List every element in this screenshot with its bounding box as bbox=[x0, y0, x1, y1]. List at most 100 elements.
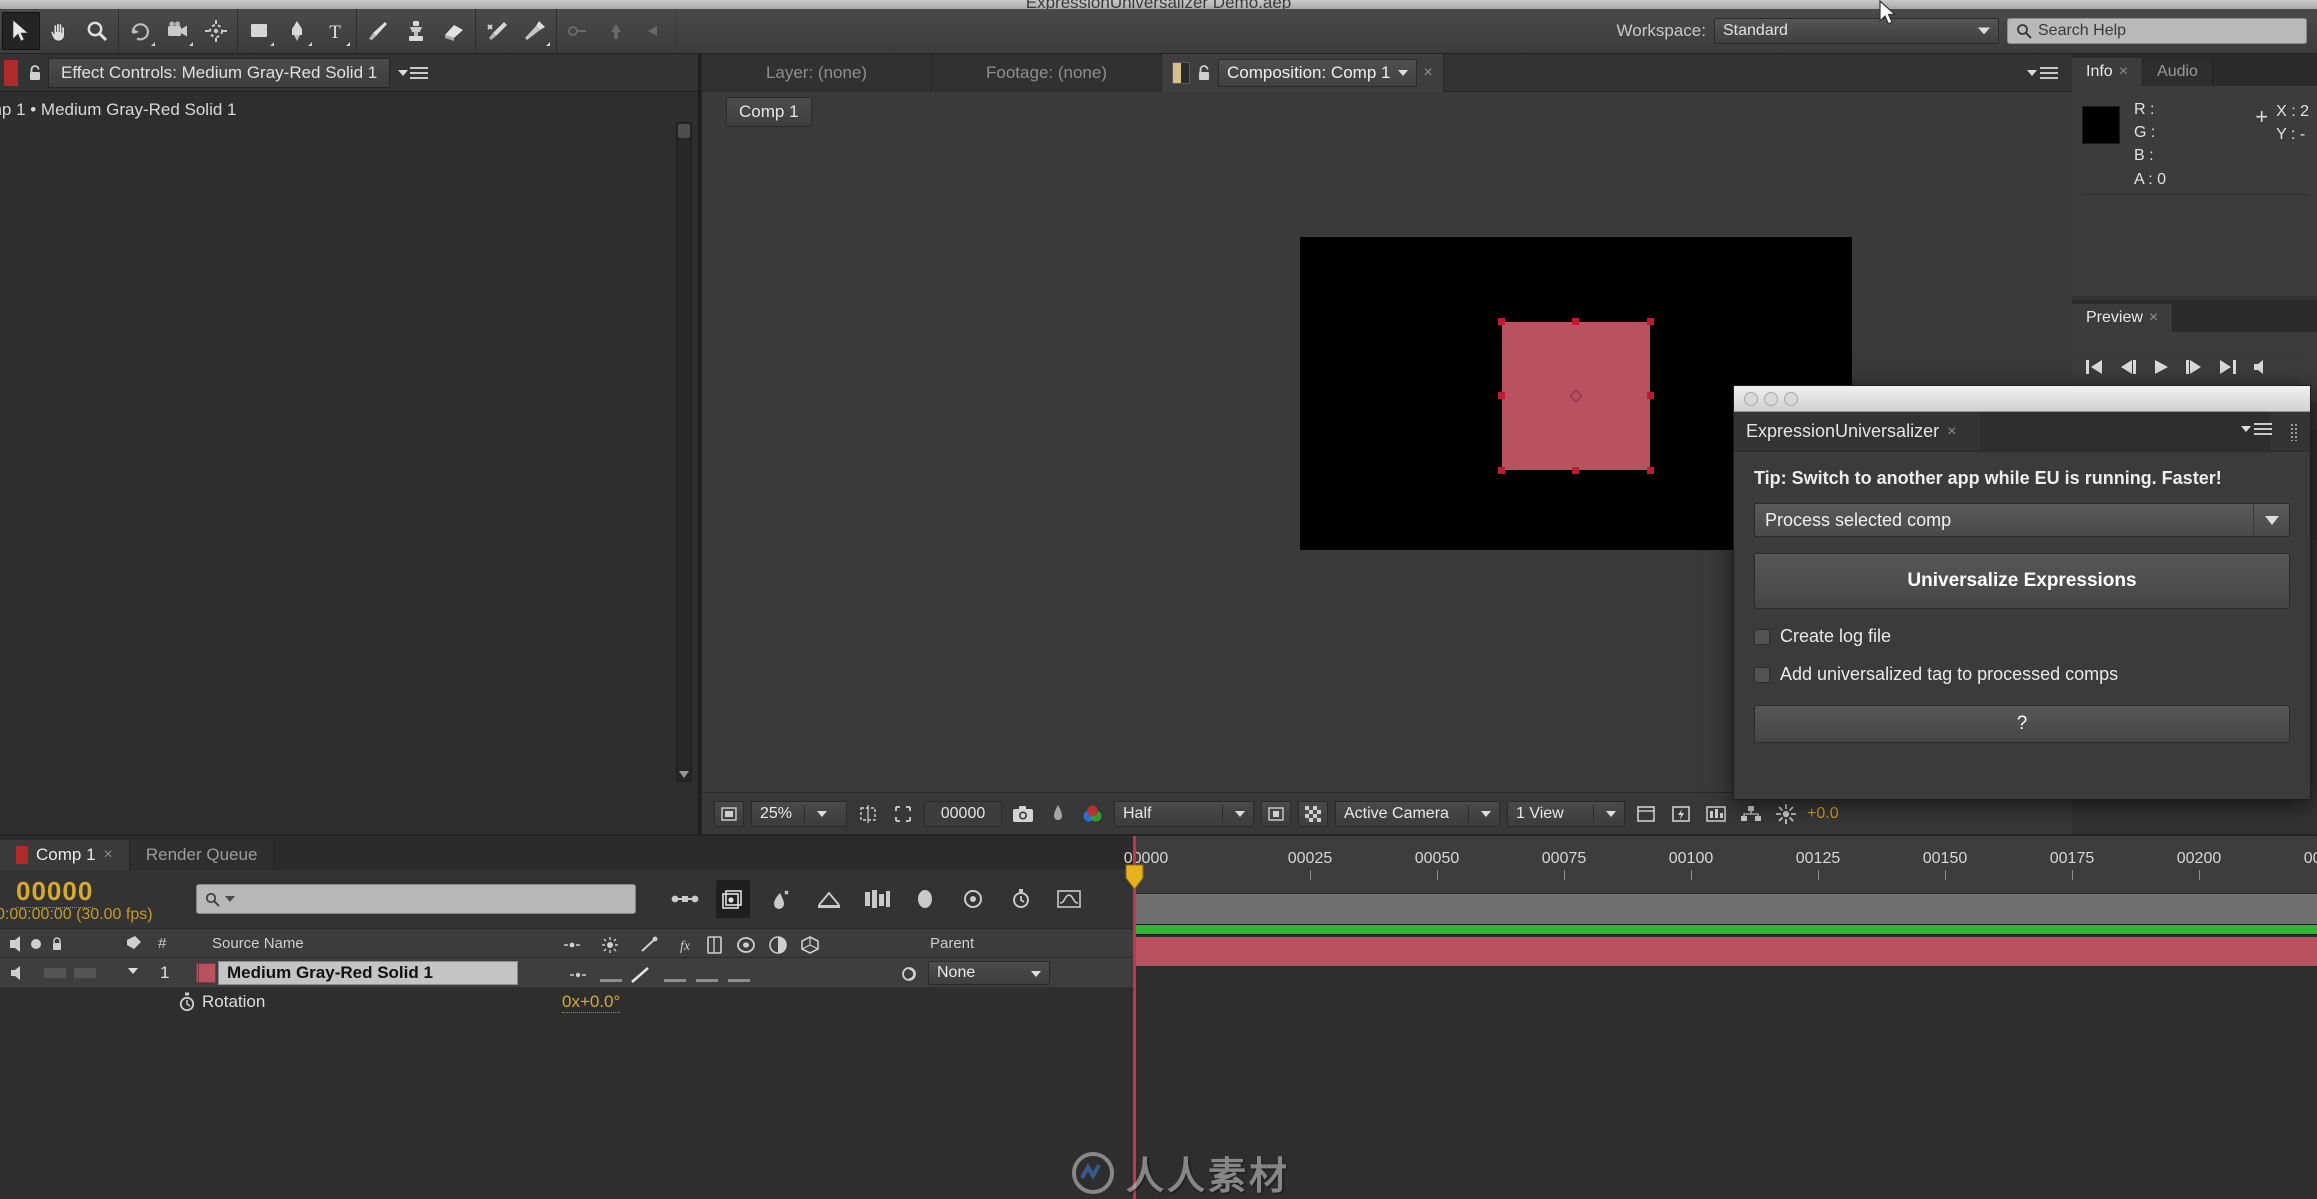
align-right-tool[interactable] bbox=[635, 12, 673, 50]
tab-composition[interactable]: Composition: Comp 1 × bbox=[1162, 53, 1444, 92]
channel-rgb-icon[interactable] bbox=[1079, 801, 1107, 827]
add-tag-checkbox[interactable] bbox=[1754, 666, 1770, 683]
selection-handle-ml[interactable] bbox=[1498, 392, 1505, 399]
tab-expression-universalizer[interactable]: ExpressionUniversalizer × bbox=[1746, 421, 1956, 442]
view-layout-select[interactable]: 1 View bbox=[1507, 800, 1625, 827]
composition-mini-flowchart-icon[interactable] bbox=[668, 880, 702, 918]
label-column-icon[interactable] bbox=[126, 935, 142, 955]
scroll-down-arrow-icon[interactable] bbox=[679, 771, 689, 778]
roto-brush-tool[interactable] bbox=[478, 12, 516, 50]
property-value[interactable]: 0x+0.0° bbox=[562, 992, 621, 1013]
resolution-select[interactable]: Half bbox=[1114, 800, 1254, 827]
clone-stamp-tool[interactable] bbox=[397, 12, 435, 50]
exposure-reset-icon[interactable] bbox=[1772, 801, 1800, 827]
brush-tool[interactable] bbox=[359, 12, 397, 50]
puppet-pin-tool[interactable] bbox=[516, 12, 554, 50]
selection-handle-bc[interactable] bbox=[1572, 467, 1579, 474]
workspace-select[interactable]: Standard bbox=[1714, 18, 1999, 44]
stopwatch-icon[interactable] bbox=[178, 992, 196, 1017]
last-frame-button[interactable] bbox=[2218, 358, 2238, 376]
eu-mode-select[interactable]: Process selected comp bbox=[1754, 503, 2290, 537]
pixel-aspect-correction-icon[interactable] bbox=[1632, 801, 1660, 827]
selection-handle-br[interactable] bbox=[1647, 467, 1654, 474]
frame-blending-icon[interactable] bbox=[956, 880, 990, 918]
viewer-panel-menu-icon[interactable] bbox=[2027, 66, 2072, 80]
layer-solo-toggle[interactable] bbox=[74, 968, 96, 978]
tab-preview[interactable]: Preview × bbox=[2072, 304, 2174, 332]
selection-handle-tl[interactable] bbox=[1498, 318, 1505, 325]
tab-comp-1[interactable]: Comp 1 × bbox=[0, 840, 130, 870]
comp-flowchart-icon[interactable] bbox=[1737, 801, 1765, 827]
camera-select[interactable]: Active Camera bbox=[1335, 800, 1500, 827]
first-frame-button[interactable] bbox=[2084, 358, 2104, 376]
timeline-view-icon[interactable] bbox=[1702, 801, 1730, 827]
expand-layer-chevron-icon[interactable] bbox=[128, 968, 138, 974]
next-frame-button[interactable] bbox=[2184, 358, 2204, 376]
layer-duration-bar[interactable] bbox=[1133, 937, 2317, 967]
tab-effect-controls[interactable]: Effect Controls: Medium Gray-Red Solid 1 bbox=[48, 57, 391, 88]
draft-3d-icon[interactable] bbox=[716, 880, 750, 918]
align-tool[interactable] bbox=[559, 12, 597, 50]
anchor-point-icon[interactable] bbox=[1569, 389, 1583, 403]
time-ruler[interactable]: 00000 00025 00050 00075 00100 00125 0015… bbox=[1124, 836, 2317, 894]
show-snapshot-icon[interactable] bbox=[1044, 801, 1072, 827]
audio-toggle-button[interactable] bbox=[2252, 358, 2270, 376]
tab-footage[interactable]: Footage: (none) bbox=[932, 53, 1162, 92]
work-area-bar[interactable] bbox=[1133, 894, 2317, 924]
grid-guides-icon[interactable] bbox=[889, 801, 917, 827]
play-button[interactable] bbox=[2152, 358, 2170, 376]
selection-handle-mr[interactable] bbox=[1647, 392, 1654, 399]
lock-panel-icon[interactable] bbox=[22, 60, 48, 86]
previous-frame-button[interactable] bbox=[2118, 358, 2138, 376]
selection-handle-tr[interactable] bbox=[1647, 318, 1654, 325]
selection-handle-bl[interactable] bbox=[1498, 467, 1505, 474]
current-frame-field[interactable]: 00000 bbox=[924, 800, 1002, 827]
tab-layer[interactable]: Layer: (none) bbox=[702, 53, 932, 92]
close-icon[interactable]: × bbox=[2149, 309, 2158, 327]
close-window-button[interactable] bbox=[1744, 391, 1758, 406]
pen-tool[interactable] bbox=[278, 12, 316, 50]
snapshot-camera-icon[interactable] bbox=[1009, 801, 1037, 827]
motion-blur-icon[interactable] bbox=[764, 880, 798, 918]
timeline-search-input[interactable] bbox=[196, 884, 636, 914]
add-tag-checkbox-row[interactable]: Add universalized tag to processed comps bbox=[1754, 664, 2290, 685]
layer-parent-select[interactable]: None bbox=[928, 961, 1050, 985]
tab-audio[interactable]: Audio bbox=[2143, 58, 2213, 86]
effect-controls-scrollbar[interactable] bbox=[676, 122, 692, 782]
composition-name-chip[interactable]: Comp 1 bbox=[726, 97, 812, 127]
selection-handle-tc[interactable] bbox=[1572, 318, 1579, 325]
rotation-tool[interactable] bbox=[121, 12, 159, 50]
current-time-frames[interactable]: 00000 bbox=[16, 876, 94, 908]
tab-render-queue[interactable]: Render Queue bbox=[129, 840, 275, 870]
shape-tool[interactable] bbox=[240, 12, 278, 50]
auto-keyframe-icon[interactable] bbox=[1004, 880, 1038, 918]
transparency-grid-button[interactable] bbox=[1298, 800, 1328, 827]
help-button[interactable]: ? bbox=[1754, 705, 2290, 743]
align-up-tool[interactable] bbox=[597, 12, 635, 50]
close-icon[interactable]: × bbox=[1423, 64, 1432, 82]
parent-pickwhip-icon[interactable] bbox=[900, 965, 918, 988]
zoom-window-button[interactable] bbox=[1784, 391, 1798, 406]
create-log-file-checkbox[interactable] bbox=[1754, 628, 1770, 645]
solid-layer-rect[interactable] bbox=[1498, 318, 1654, 474]
type-tool[interactable]: T bbox=[316, 12, 354, 50]
layer-video-toggle[interactable] bbox=[8, 964, 26, 987]
eu-window-title-bar[interactable] bbox=[1734, 386, 2310, 412]
always-preview-this-view-button[interactable] bbox=[714, 800, 744, 827]
layer-audio-toggle[interactable] bbox=[44, 968, 66, 978]
timeline-graph-area[interactable]: 00000 00025 00050 00075 00100 00125 0015… bbox=[1124, 836, 2317, 1199]
zoom-level-select[interactable]: 25% bbox=[751, 800, 847, 827]
close-icon[interactable]: × bbox=[1947, 423, 1956, 441]
shy-layers-icon[interactable] bbox=[908, 880, 942, 918]
composition-tab-pill[interactable]: Composition: Comp 1 bbox=[1218, 58, 1418, 87]
graph-editor-toggle-icon[interactable] bbox=[1052, 880, 1086, 918]
eu-panel-menu-icon[interactable] bbox=[2241, 422, 2272, 436]
region-of-interest-button[interactable] bbox=[1261, 800, 1291, 827]
search-help-input[interactable]: Search Help bbox=[2007, 18, 2307, 44]
graph-editor-icon[interactable] bbox=[812, 880, 846, 918]
create-log-file-checkbox-row[interactable]: Create log file bbox=[1754, 626, 2290, 647]
tab-info[interactable]: Info × bbox=[2072, 58, 2144, 86]
close-icon[interactable]: × bbox=[104, 846, 113, 864]
minimize-window-button[interactable] bbox=[1764, 391, 1778, 406]
hand-tool[interactable] bbox=[40, 12, 78, 50]
